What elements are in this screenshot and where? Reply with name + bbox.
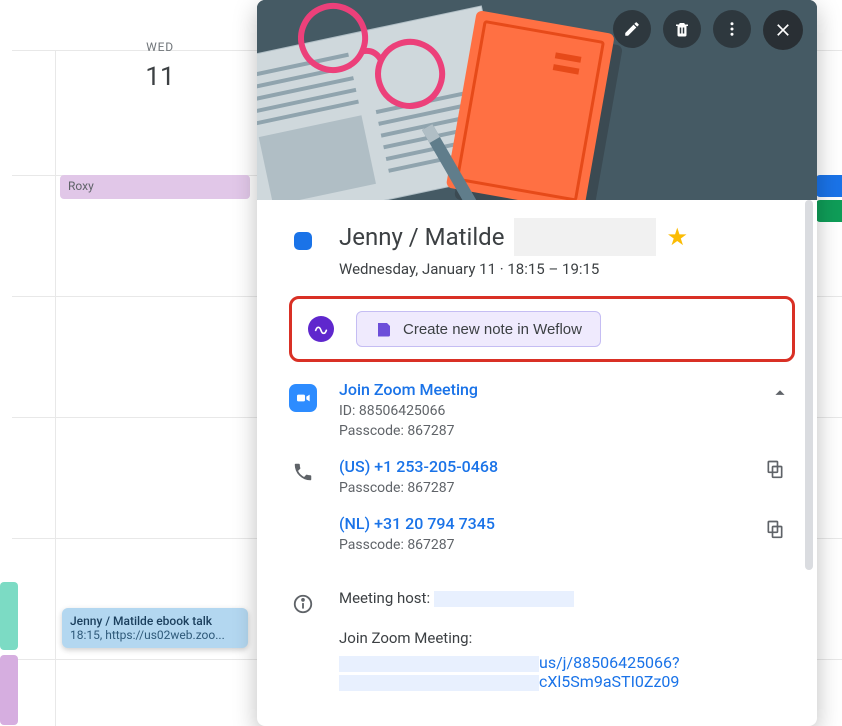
day-of-week: WED [60, 40, 260, 54]
event-block-purple[interactable] [0, 655, 18, 725]
event-block-green[interactable] [0, 582, 18, 650]
phone-nl: (NL) +31 20 794 7345 Passcode: 867287 [339, 514, 743, 553]
join-zoom-link[interactable]: Join Zoom Meeting [339, 380, 743, 399]
side-tab-blue[interactable] [816, 175, 842, 197]
url-part-1: us/j/88506425066? [539, 653, 680, 672]
event-title-text: Jenny / Matilde [339, 223, 504, 251]
zoom-id: ID: 88506425066 [339, 403, 743, 419]
zoom-section: Join Zoom Meeting ID: 88506425066 Passco… [289, 380, 795, 439]
copy-phone-us-button[interactable] [765, 459, 785, 479]
join-url[interactable]: us/j/88506425066? cXl5Sm9aSTI0Zz09 [339, 653, 795, 691]
meeting-details-section: Meeting host: Join Zoom Meeting: us/j/88… [289, 589, 795, 691]
redacted-host [434, 591, 574, 607]
phone-us-passcode: Passcode: 867287 [339, 480, 743, 496]
phone-us-number[interactable]: (US) +1 253-205-0468 [339, 457, 743, 476]
weflow-icon [308, 316, 334, 342]
weflow-section: Create new note in Weflow [289, 296, 795, 362]
popover-body: Jenny / Matilde ★ Wednesday, January 11 … [257, 200, 817, 726]
weflow-button-label: Create new note in Weflow [403, 321, 582, 338]
kebab-icon [723, 20, 741, 38]
create-weflow-note-button[interactable]: Create new note in Weflow [356, 311, 601, 347]
phone-icon [292, 461, 314, 483]
popover-actions [613, 10, 803, 50]
event-color-indicator [294, 232, 312, 250]
event-chip-subtitle: 18:15, https://us02web.zoo... [70, 628, 240, 642]
event-title: Jenny / Matilde ★ [339, 218, 795, 256]
event-datetime: Wednesday, January 11 · 18:15 – 19:15 [339, 260, 795, 278]
day-number: 11 [60, 62, 260, 92]
edit-button[interactable] [613, 10, 651, 48]
redacted-url-2 [339, 675, 539, 691]
copy-phone-nl-button[interactable] [765, 519, 785, 539]
popover-header-image [257, 0, 817, 200]
event-roxy[interactable]: Roxy [60, 175, 250, 199]
close-icon [773, 20, 793, 40]
url-part-2: cXl5Sm9aSTI0Zz09 [539, 672, 679, 691]
zoom-passcode: Passcode: 867287 [339, 423, 743, 439]
event-chip-meeting[interactable]: Jenny / Matilde ebook talk 18:15, https:… [62, 608, 248, 648]
trash-icon [673, 20, 691, 38]
info-icon [292, 593, 314, 615]
event-title-row: Jenny / Matilde ★ Wednesday, January 11 … [289, 218, 795, 278]
phone-us: (US) +1 253-205-0468 Passcode: 867287 [339, 457, 743, 496]
pencil-icon [623, 20, 641, 38]
event-detail-popover: Jenny / Matilde ★ Wednesday, January 11 … [257, 0, 817, 726]
side-tab-green[interactable] [816, 200, 842, 222]
meeting-host: Meeting host: [339, 589, 795, 607]
more-options-button[interactable] [713, 10, 751, 48]
day-header[interactable]: WED 11 [60, 40, 260, 92]
chevron-up-icon[interactable] [769, 382, 791, 404]
note-icon [375, 320, 393, 338]
side-tabs [816, 175, 842, 222]
phone-nl-passcode: Passcode: 867287 [339, 537, 743, 553]
redacted-url [339, 656, 539, 672]
zoom-icon [289, 384, 317, 412]
phone-nl-number[interactable]: (NL) +31 20 794 7345 [339, 514, 743, 533]
redacted-title-part [514, 218, 656, 256]
phone-section: (US) +1 253-205-0468 Passcode: 867287 (N… [289, 457, 795, 571]
delete-button[interactable] [663, 10, 701, 48]
star-icon[interactable]: ★ [666, 223, 688, 251]
event-chip-title: Jenny / Matilde ebook talk [70, 614, 240, 628]
close-button[interactable] [763, 10, 803, 50]
join-url-label: Join Zoom Meeting: [339, 629, 795, 647]
